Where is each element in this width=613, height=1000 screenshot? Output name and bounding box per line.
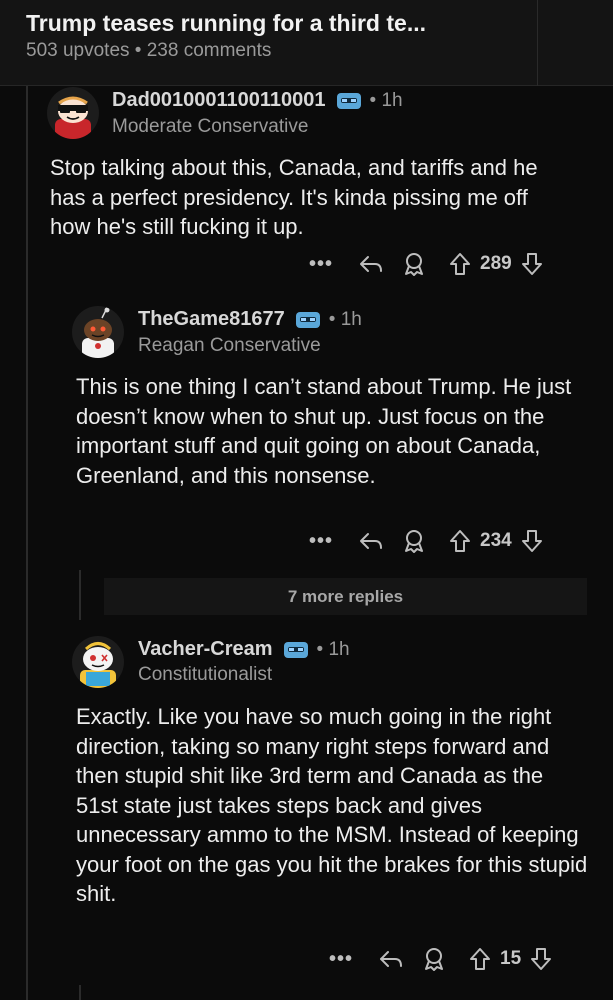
downvote-button[interactable] bbox=[520, 251, 544, 277]
comment-body: This is one thing I can’t stand about Tr… bbox=[76, 374, 572, 488]
reply-icon bbox=[380, 951, 402, 967]
upvote-arrow-icon bbox=[450, 530, 470, 552]
downvote-button[interactable] bbox=[520, 528, 544, 554]
award-icon bbox=[405, 253, 423, 276]
comment-username[interactable]: Vacher-Cream bbox=[138, 638, 273, 661]
award-icon bbox=[405, 530, 423, 553]
more-options-button[interactable]: ••• bbox=[328, 948, 354, 971]
award-icon bbox=[425, 948, 443, 971]
vote-count: 234 bbox=[480, 530, 512, 551]
thread-line[interactable] bbox=[26, 86, 28, 1000]
reply-icon bbox=[360, 256, 382, 272]
upvote-arrow-icon bbox=[450, 253, 470, 275]
post-meta: 503 upvotes • 238 comments bbox=[26, 40, 272, 61]
user-flair: Constitutionalist bbox=[138, 664, 273, 685]
post-header: Trump teases running for a third te... 5… bbox=[0, 0, 613, 86]
more-options-button[interactable]: ••• bbox=[308, 253, 334, 276]
comment-body: Exactly. Like you have so much going in … bbox=[76, 704, 588, 906]
vote-count: 289 bbox=[480, 253, 512, 274]
more-replies-button[interactable]: 7 more replies bbox=[104, 578, 587, 615]
flair-badge-icon bbox=[295, 311, 320, 328]
comment-actions: ••• 15 bbox=[328, 944, 553, 974]
reply-button[interactable] bbox=[358, 252, 384, 276]
vote-count: 15 bbox=[500, 948, 522, 969]
reply-icon bbox=[360, 533, 382, 549]
downvote-arrow-icon bbox=[531, 948, 552, 970]
downvote-arrow-icon bbox=[521, 253, 542, 275]
comment-time: • 1h bbox=[369, 89, 403, 111]
avatar[interactable] bbox=[72, 636, 124, 688]
avatar[interactable] bbox=[72, 306, 124, 358]
user-flair: Moderate Conservative bbox=[112, 116, 309, 137]
header-divider bbox=[537, 0, 538, 86]
comment-actions: ••• 234 bbox=[308, 526, 544, 556]
award-button[interactable] bbox=[402, 528, 426, 554]
reply-button[interactable] bbox=[378, 947, 404, 971]
upvote-button[interactable] bbox=[468, 946, 492, 972]
upvote-button[interactable] bbox=[448, 251, 472, 277]
downvote-arrow-icon bbox=[521, 530, 542, 552]
avatar[interactable] bbox=[47, 87, 99, 139]
snoo-avatar-icon bbox=[82, 307, 114, 358]
comment-username[interactable]: Dad0010001100110001 bbox=[112, 89, 326, 112]
thread-line[interactable] bbox=[79, 570, 81, 620]
user-flair: Reagan Conservative bbox=[138, 335, 321, 356]
comment-time: • 1h bbox=[316, 638, 350, 660]
award-button[interactable] bbox=[422, 946, 446, 972]
comment-time: • 1h bbox=[328, 308, 362, 330]
comment-username[interactable]: TheGame81677 bbox=[138, 308, 285, 331]
award-button[interactable] bbox=[402, 251, 426, 277]
reply-button[interactable] bbox=[358, 529, 384, 553]
flair-badge-icon bbox=[336, 92, 361, 109]
post-title[interactable]: Trump teases running for a third te... bbox=[26, 10, 426, 37]
thread-line[interactable] bbox=[79, 985, 81, 1000]
comment-body: Stop talking about this, Canada, and tar… bbox=[50, 155, 538, 239]
snoo-avatar-icon bbox=[55, 96, 91, 139]
more-options-button[interactable]: ••• bbox=[308, 530, 334, 553]
upvote-arrow-icon bbox=[470, 948, 490, 970]
snoo-avatar-icon bbox=[80, 642, 116, 688]
downvote-button[interactable] bbox=[529, 946, 553, 972]
upvote-button[interactable] bbox=[448, 528, 472, 554]
comment-actions: ••• 289 bbox=[308, 249, 544, 279]
flair-badge-icon bbox=[283, 641, 308, 658]
